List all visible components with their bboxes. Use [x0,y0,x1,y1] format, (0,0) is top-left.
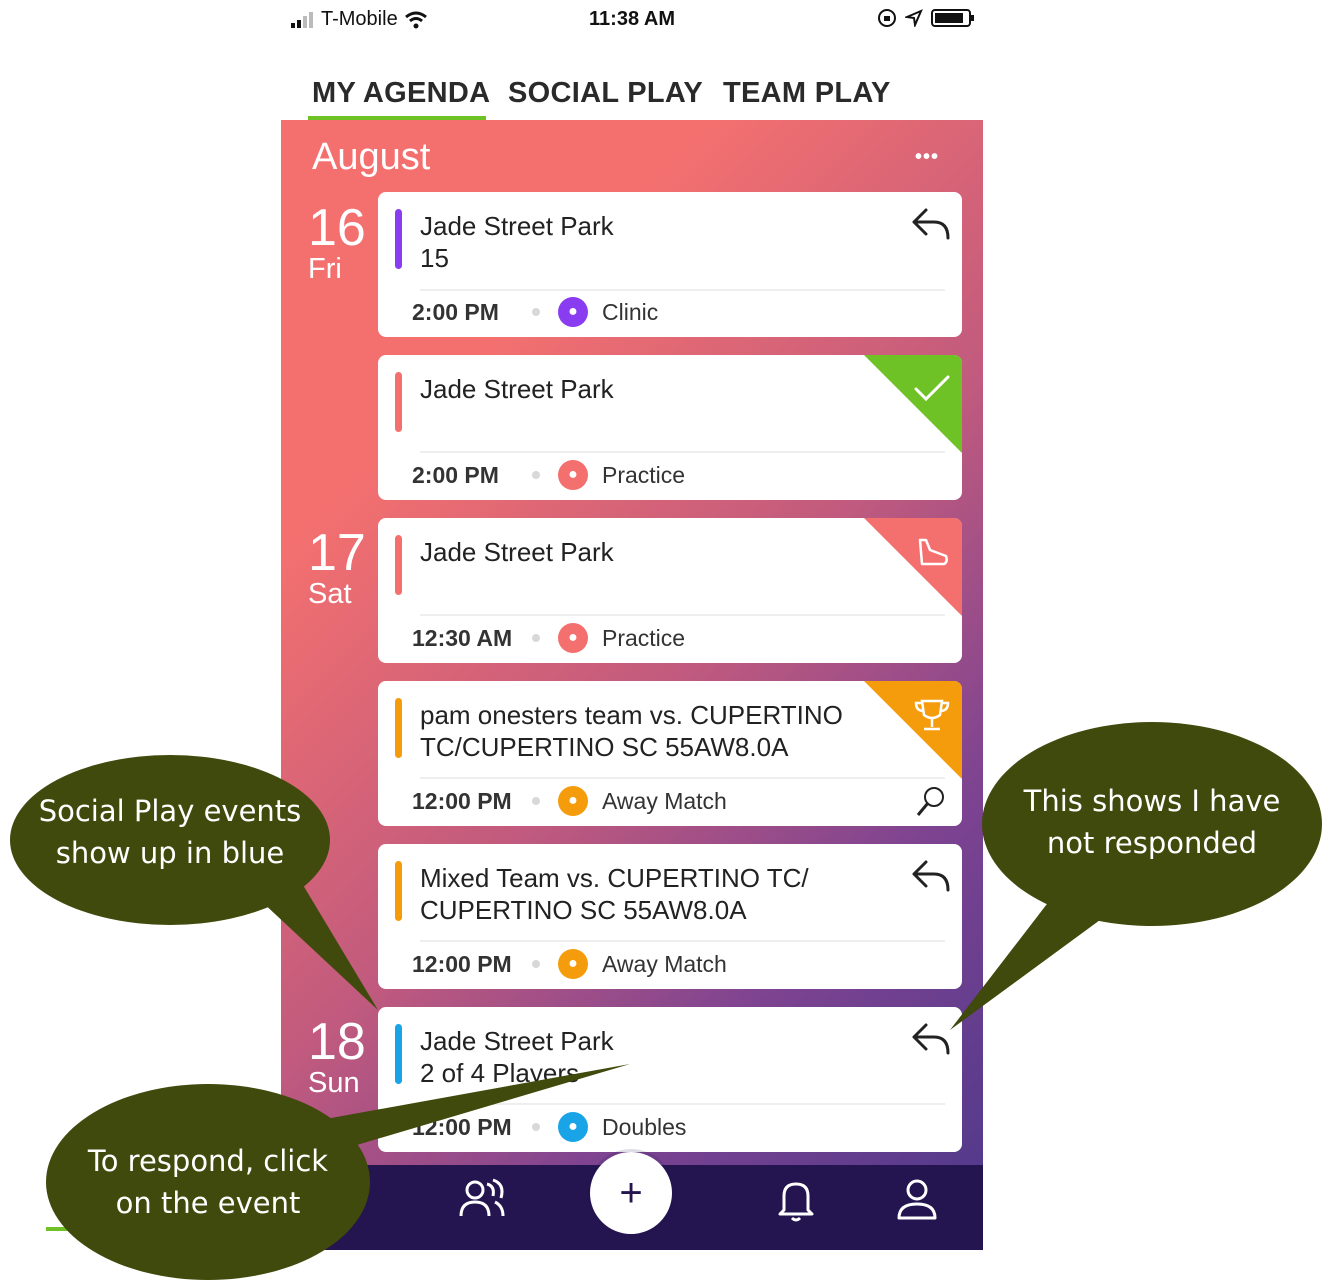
callout-respond: To respond, click on the event [87,1144,329,1220]
annotation-shapes [10,722,1322,1280]
callout-not-responded: This shows I have not responded [1023,784,1281,860]
callout-social-play: Social Play events show up in blue [38,794,302,870]
